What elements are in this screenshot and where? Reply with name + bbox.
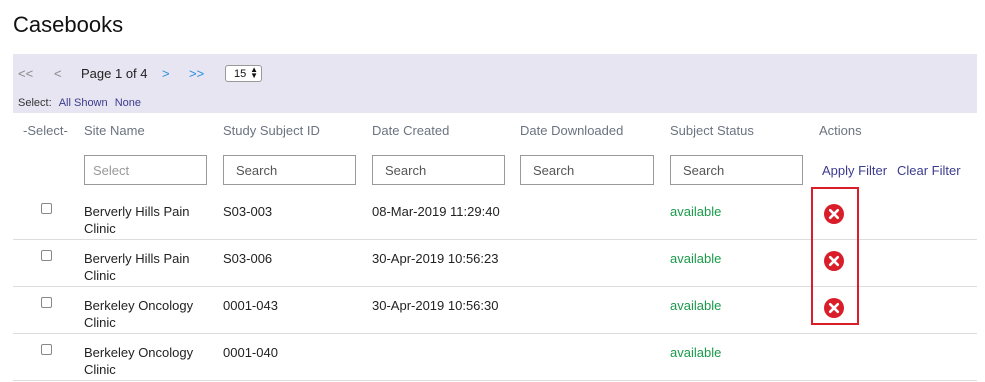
date-created-filter-placeholder: Search xyxy=(385,162,427,178)
site-name-filter[interactable]: Select xyxy=(84,155,207,185)
page-indicator: Page 1 of 4 xyxy=(81,66,148,81)
subject-status-cell: available xyxy=(670,345,722,360)
last-page-button[interactable]: >> xyxy=(189,66,204,81)
next-page-button[interactable]: > xyxy=(162,66,170,81)
column-header-date-downloaded[interactable]: Date Downloaded xyxy=(520,123,623,138)
site-name-cell: Berkeley Oncology Clinic xyxy=(84,298,194,330)
page-size-select[interactable]: 15 ▲ ▼ xyxy=(225,65,262,82)
first-page-button[interactable]: << xyxy=(18,66,33,81)
table-toolbar: << < Page 1 of 4 > >> 15 ▲ ▼ Select: All … xyxy=(13,54,977,113)
select-label: Select: xyxy=(18,97,52,109)
study-subject-id-cell: S03-006 xyxy=(223,251,273,266)
remove-actions-highlight xyxy=(811,187,859,325)
column-header-study-subject-id[interactable]: Study Subject ID xyxy=(223,123,320,138)
subject-status-filter-placeholder: Search xyxy=(683,162,725,178)
page-title: Casebooks xyxy=(13,12,124,37)
updown-arrows-icon: ▲ ▼ xyxy=(250,65,258,80)
select-all-shown-link[interactable]: All Shown xyxy=(59,97,108,109)
select-controls: Select: All Shown None xyxy=(18,97,141,109)
row-checkbox[interactable] xyxy=(41,344,52,355)
date-downloaded-filter[interactable]: Search xyxy=(520,155,654,185)
site-name-cell: Berkeley Oncology Clinic xyxy=(84,345,194,377)
date-created-cell: 08-Mar-2019 11:29:40 xyxy=(372,204,500,219)
previous-page-button[interactable]: < xyxy=(54,66,62,81)
date-created-cell: 30-Apr-2019 10:56:30 xyxy=(372,298,499,313)
column-header-site-name[interactable]: Site Name xyxy=(84,123,145,138)
site-name-filter-placeholder: Select xyxy=(93,162,130,178)
column-header-date-created[interactable]: Date Created xyxy=(372,123,449,138)
study-subject-id-cell: 0001-040 xyxy=(223,345,278,360)
table-row: Berkeley Oncology Clinic 0001-040 availa… xyxy=(13,334,977,381)
apply-filter-link[interactable]: Apply Filter xyxy=(822,163,887,178)
date-created-cell: 30-Apr-2019 10:56:23 xyxy=(372,251,499,266)
page-size-value: 15 xyxy=(234,67,247,80)
study-subject-id-filter[interactable]: Search xyxy=(223,155,356,185)
subject-status-cell: available xyxy=(670,251,722,266)
clear-filter-link[interactable]: Clear Filter xyxy=(897,163,961,178)
date-created-filter[interactable]: Search xyxy=(372,155,505,185)
subject-status-cell: available xyxy=(670,298,722,313)
site-name-cell: Berverly Hills Pain Clinic xyxy=(84,204,190,236)
subject-status-cell: available xyxy=(670,204,722,219)
subject-status-filter[interactable]: Search xyxy=(670,155,803,185)
date-downloaded-filter-placeholder: Search xyxy=(533,162,575,178)
study-subject-id-cell: 0001-043 xyxy=(223,298,278,313)
column-header-actions: Actions xyxy=(819,123,862,138)
column-header-select: -Select- xyxy=(23,123,68,138)
study-subject-id-filter-placeholder: Search xyxy=(236,162,278,178)
select-none-link[interactable]: None xyxy=(115,97,141,109)
row-checkbox[interactable] xyxy=(41,203,52,214)
site-name-cell: Berverly Hills Pain Clinic xyxy=(84,251,190,283)
column-header-subject-status[interactable]: Subject Status xyxy=(670,123,754,138)
row-checkbox[interactable] xyxy=(41,250,52,261)
study-subject-id-cell: S03-003 xyxy=(223,204,273,219)
row-checkbox[interactable] xyxy=(41,297,52,308)
